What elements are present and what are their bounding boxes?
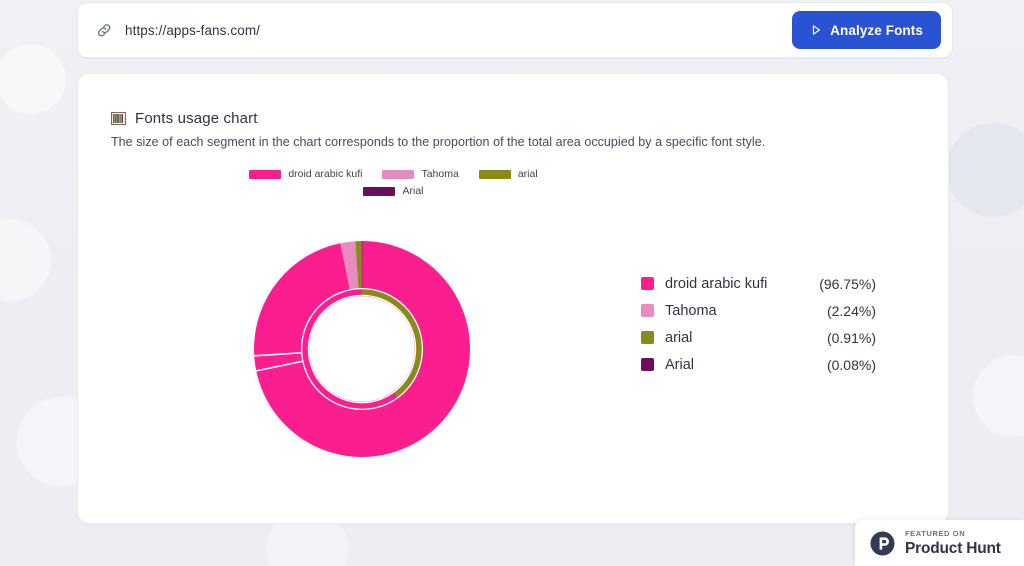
legend-swatch: [641, 331, 654, 344]
side-legend-item[interactable]: Tahoma (2.24%): [641, 297, 876, 324]
legend-label: droid arabic kufi: [665, 275, 768, 292]
legend-label: droid arabic kufi: [288, 168, 363, 180]
donut-svg: [254, 241, 470, 457]
play-icon: [810, 24, 822, 36]
featured-on-label: FEATURED ON: [905, 529, 966, 538]
legend-label: arial: [517, 168, 538, 180]
chart-top-legend: droid arabic kufi Tahoma arial Arial: [111, 168, 676, 197]
url-text[interactable]: https://apps-fans.com/: [125, 23, 792, 38]
top-legend-item[interactable]: Tahoma: [382, 168, 459, 180]
page-title: Fonts usage chart: [135, 110, 258, 127]
product-hunt-logo-icon: [870, 531, 895, 556]
legend-swatch: [363, 186, 396, 196]
legend-swatch: [641, 277, 654, 290]
side-legend-item[interactable]: arial (0.91%): [641, 324, 876, 351]
card-description: The size of each segment in the chart co…: [111, 135, 766, 149]
product-hunt-text: FEATURED ON Product Hunt: [905, 530, 1001, 556]
legend-swatch: [641, 304, 654, 317]
legend-percent: (0.91%): [826, 329, 876, 346]
analyze-fonts-label: Analyze Fonts: [830, 22, 923, 38]
analyze-fonts-button[interactable]: Analyze Fonts: [792, 11, 941, 49]
legend-swatch: [478, 169, 511, 179]
top-legend-item[interactable]: Arial: [111, 185, 676, 197]
donut-hole: [309, 296, 415, 402]
product-hunt-badge[interactable]: FEATURED ON Product Hunt: [855, 520, 1024, 566]
legend-swatch: [382, 169, 415, 179]
side-legend-item[interactable]: droid arabic kufi (96.75%): [641, 270, 876, 297]
legend-label: Tahoma: [421, 168, 459, 180]
link-icon: [94, 20, 114, 40]
top-legend-item[interactable]: arial: [478, 168, 538, 180]
legend-label: Arial: [402, 185, 424, 197]
legend-label: Tahoma: [665, 302, 717, 319]
fonts-donut-chart[interactable]: [222, 209, 502, 489]
chart-side-legend: droid arabic kufi (96.75%) Tahoma (2.24%…: [641, 270, 876, 378]
chart-bars-icon: [111, 111, 126, 126]
legend-percent: (96.75%): [819, 275, 876, 292]
legend-label: Arial: [665, 356, 695, 373]
legend-percent: (2.24%): [826, 302, 876, 319]
side-legend-item[interactable]: Arial (0.08%): [641, 351, 876, 378]
fonts-usage-chart-card: Fonts usage chart The size of each segme…: [77, 73, 949, 524]
product-hunt-name: Product Hunt: [905, 539, 1001, 557]
card-title-row: Fonts usage chart: [111, 110, 258, 127]
top-legend-item[interactable]: droid arabic kufi: [249, 168, 362, 180]
url-bar-card: https://apps-fans.com/ Analyze Fonts: [77, 2, 953, 58]
legend-percent: (0.08%): [826, 356, 876, 373]
legend-label: arial: [665, 329, 693, 346]
legend-swatch: [249, 169, 282, 179]
legend-swatch: [641, 358, 654, 371]
